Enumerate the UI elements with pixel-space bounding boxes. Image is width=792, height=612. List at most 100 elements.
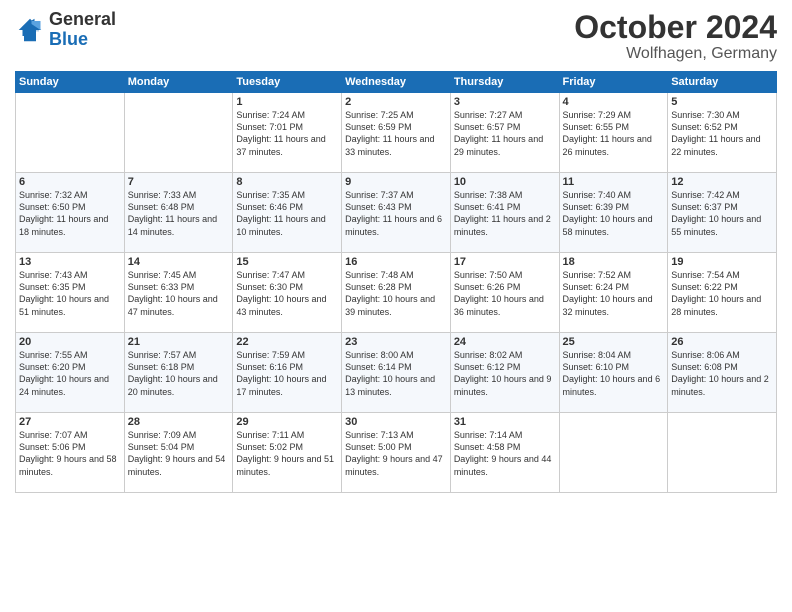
day-number: 1: [236, 96, 338, 108]
table-row: 29Sunrise: 7:11 AM Sunset: 5:02 PM Dayli…: [233, 413, 342, 493]
day-number: 23: [345, 336, 447, 348]
table-row: 15Sunrise: 7:47 AM Sunset: 6:30 PM Dayli…: [233, 253, 342, 333]
day-info: Sunrise: 7:11 AM Sunset: 5:02 PM Dayligh…: [236, 429, 338, 478]
calendar-week-row: 20Sunrise: 7:55 AM Sunset: 6:20 PM Dayli…: [16, 333, 777, 413]
day-number: 3: [454, 96, 556, 108]
day-info: Sunrise: 7:13 AM Sunset: 5:00 PM Dayligh…: [345, 429, 447, 478]
day-info: Sunrise: 7:29 AM Sunset: 6:55 PM Dayligh…: [563, 109, 665, 158]
table-row: 22Sunrise: 7:59 AM Sunset: 6:16 PM Dayli…: [233, 333, 342, 413]
day-number: 10: [454, 176, 556, 188]
day-info: Sunrise: 7:09 AM Sunset: 5:04 PM Dayligh…: [128, 429, 230, 478]
table-row: 23Sunrise: 8:00 AM Sunset: 6:14 PM Dayli…: [342, 333, 451, 413]
day-number: 16: [345, 256, 447, 268]
day-number: 14: [128, 256, 230, 268]
header-sunday: Sunday: [16, 72, 125, 93]
table-row: 11Sunrise: 7:40 AM Sunset: 6:39 PM Dayli…: [559, 173, 668, 253]
day-info: Sunrise: 8:06 AM Sunset: 6:08 PM Dayligh…: [671, 349, 773, 398]
day-info: Sunrise: 7:50 AM Sunset: 6:26 PM Dayligh…: [454, 269, 556, 318]
day-info: Sunrise: 7:57 AM Sunset: 6:18 PM Dayligh…: [128, 349, 230, 398]
day-number: 12: [671, 176, 773, 188]
table-row: 8Sunrise: 7:35 AM Sunset: 6:46 PM Daylig…: [233, 173, 342, 253]
day-info: Sunrise: 8:02 AM Sunset: 6:12 PM Dayligh…: [454, 349, 556, 398]
table-row: 16Sunrise: 7:48 AM Sunset: 6:28 PM Dayli…: [342, 253, 451, 333]
logo: General Blue: [15, 10, 116, 50]
day-number: 31: [454, 416, 556, 428]
day-info: Sunrise: 7:38 AM Sunset: 6:41 PM Dayligh…: [454, 189, 556, 238]
table-row: 13Sunrise: 7:43 AM Sunset: 6:35 PM Dayli…: [16, 253, 125, 333]
table-row: 3Sunrise: 7:27 AM Sunset: 6:57 PM Daylig…: [450, 93, 559, 173]
table-row: 4Sunrise: 7:29 AM Sunset: 6:55 PM Daylig…: [559, 93, 668, 173]
logo-text: General Blue: [49, 10, 116, 50]
table-row: 18Sunrise: 7:52 AM Sunset: 6:24 PM Dayli…: [559, 253, 668, 333]
day-number: 22: [236, 336, 338, 348]
day-number: 20: [19, 336, 121, 348]
day-number: 21: [128, 336, 230, 348]
page: General Blue October 2024 Wolfhagen, Ger…: [0, 0, 792, 612]
day-info: Sunrise: 7:45 AM Sunset: 6:33 PM Dayligh…: [128, 269, 230, 318]
day-number: 17: [454, 256, 556, 268]
day-number: 24: [454, 336, 556, 348]
title-block: October 2024 Wolfhagen, Germany: [574, 10, 777, 63]
table-row: [668, 413, 777, 493]
weekday-header-row: Sunday Monday Tuesday Wednesday Thursday…: [16, 72, 777, 93]
day-info: Sunrise: 7:52 AM Sunset: 6:24 PM Dayligh…: [563, 269, 665, 318]
header-friday: Friday: [559, 72, 668, 93]
day-number: 13: [19, 256, 121, 268]
day-number: 6: [19, 176, 121, 188]
day-number: 28: [128, 416, 230, 428]
table-row: 6Sunrise: 7:32 AM Sunset: 6:50 PM Daylig…: [16, 173, 125, 253]
day-info: Sunrise: 7:42 AM Sunset: 6:37 PM Dayligh…: [671, 189, 773, 238]
table-row: 31Sunrise: 7:14 AM Sunset: 4:58 PM Dayli…: [450, 413, 559, 493]
calendar-table: Sunday Monday Tuesday Wednesday Thursday…: [15, 71, 777, 493]
table-row: 2Sunrise: 7:25 AM Sunset: 6:59 PM Daylig…: [342, 93, 451, 173]
day-info: Sunrise: 7:14 AM Sunset: 4:58 PM Dayligh…: [454, 429, 556, 478]
day-number: 25: [563, 336, 665, 348]
day-number: 8: [236, 176, 338, 188]
table-row: 10Sunrise: 7:38 AM Sunset: 6:41 PM Dayli…: [450, 173, 559, 253]
day-info: Sunrise: 7:07 AM Sunset: 5:06 PM Dayligh…: [19, 429, 121, 478]
table-row: 20Sunrise: 7:55 AM Sunset: 6:20 PM Dayli…: [16, 333, 125, 413]
day-info: Sunrise: 7:25 AM Sunset: 6:59 PM Dayligh…: [345, 109, 447, 158]
table-row: 5Sunrise: 7:30 AM Sunset: 6:52 PM Daylig…: [668, 93, 777, 173]
table-row: 27Sunrise: 7:07 AM Sunset: 5:06 PM Dayli…: [16, 413, 125, 493]
table-row: 7Sunrise: 7:33 AM Sunset: 6:48 PM Daylig…: [124, 173, 233, 253]
day-info: Sunrise: 8:00 AM Sunset: 6:14 PM Dayligh…: [345, 349, 447, 398]
calendar-week-row: 1Sunrise: 7:24 AM Sunset: 7:01 PM Daylig…: [16, 93, 777, 173]
day-number: 11: [563, 176, 665, 188]
table-row: 26Sunrise: 8:06 AM Sunset: 6:08 PM Dayli…: [668, 333, 777, 413]
day-number: 30: [345, 416, 447, 428]
header-thursday: Thursday: [450, 72, 559, 93]
table-row: 14Sunrise: 7:45 AM Sunset: 6:33 PM Dayli…: [124, 253, 233, 333]
day-info: Sunrise: 7:59 AM Sunset: 6:16 PM Dayligh…: [236, 349, 338, 398]
day-number: 26: [671, 336, 773, 348]
day-number: 19: [671, 256, 773, 268]
calendar-week-row: 27Sunrise: 7:07 AM Sunset: 5:06 PM Dayli…: [16, 413, 777, 493]
day-number: 4: [563, 96, 665, 108]
calendar-week-row: 13Sunrise: 7:43 AM Sunset: 6:35 PM Dayli…: [16, 253, 777, 333]
month-title: October 2024: [574, 10, 777, 45]
day-info: Sunrise: 7:55 AM Sunset: 6:20 PM Dayligh…: [19, 349, 121, 398]
day-number: 9: [345, 176, 447, 188]
logo-icon: [15, 15, 45, 45]
table-row: 24Sunrise: 8:02 AM Sunset: 6:12 PM Dayli…: [450, 333, 559, 413]
calendar-week-row: 6Sunrise: 7:32 AM Sunset: 6:50 PM Daylig…: [16, 173, 777, 253]
logo-general-text: General: [49, 10, 116, 30]
day-info: Sunrise: 7:47 AM Sunset: 6:30 PM Dayligh…: [236, 269, 338, 318]
table-row: 9Sunrise: 7:37 AM Sunset: 6:43 PM Daylig…: [342, 173, 451, 253]
day-info: Sunrise: 7:35 AM Sunset: 6:46 PM Dayligh…: [236, 189, 338, 238]
location-subtitle: Wolfhagen, Germany: [574, 45, 777, 63]
day-info: Sunrise: 7:32 AM Sunset: 6:50 PM Dayligh…: [19, 189, 121, 238]
day-info: Sunrise: 7:40 AM Sunset: 6:39 PM Dayligh…: [563, 189, 665, 238]
day-info: Sunrise: 7:54 AM Sunset: 6:22 PM Dayligh…: [671, 269, 773, 318]
day-number: 2: [345, 96, 447, 108]
day-number: 15: [236, 256, 338, 268]
day-number: 29: [236, 416, 338, 428]
day-info: Sunrise: 7:48 AM Sunset: 6:28 PM Dayligh…: [345, 269, 447, 318]
table-row: 17Sunrise: 7:50 AM Sunset: 6:26 PM Dayli…: [450, 253, 559, 333]
table-row: [124, 93, 233, 173]
day-number: 7: [128, 176, 230, 188]
table-row: 30Sunrise: 7:13 AM Sunset: 5:00 PM Dayli…: [342, 413, 451, 493]
table-row: 12Sunrise: 7:42 AM Sunset: 6:37 PM Dayli…: [668, 173, 777, 253]
table-row: 1Sunrise: 7:24 AM Sunset: 7:01 PM Daylig…: [233, 93, 342, 173]
day-number: 18: [563, 256, 665, 268]
